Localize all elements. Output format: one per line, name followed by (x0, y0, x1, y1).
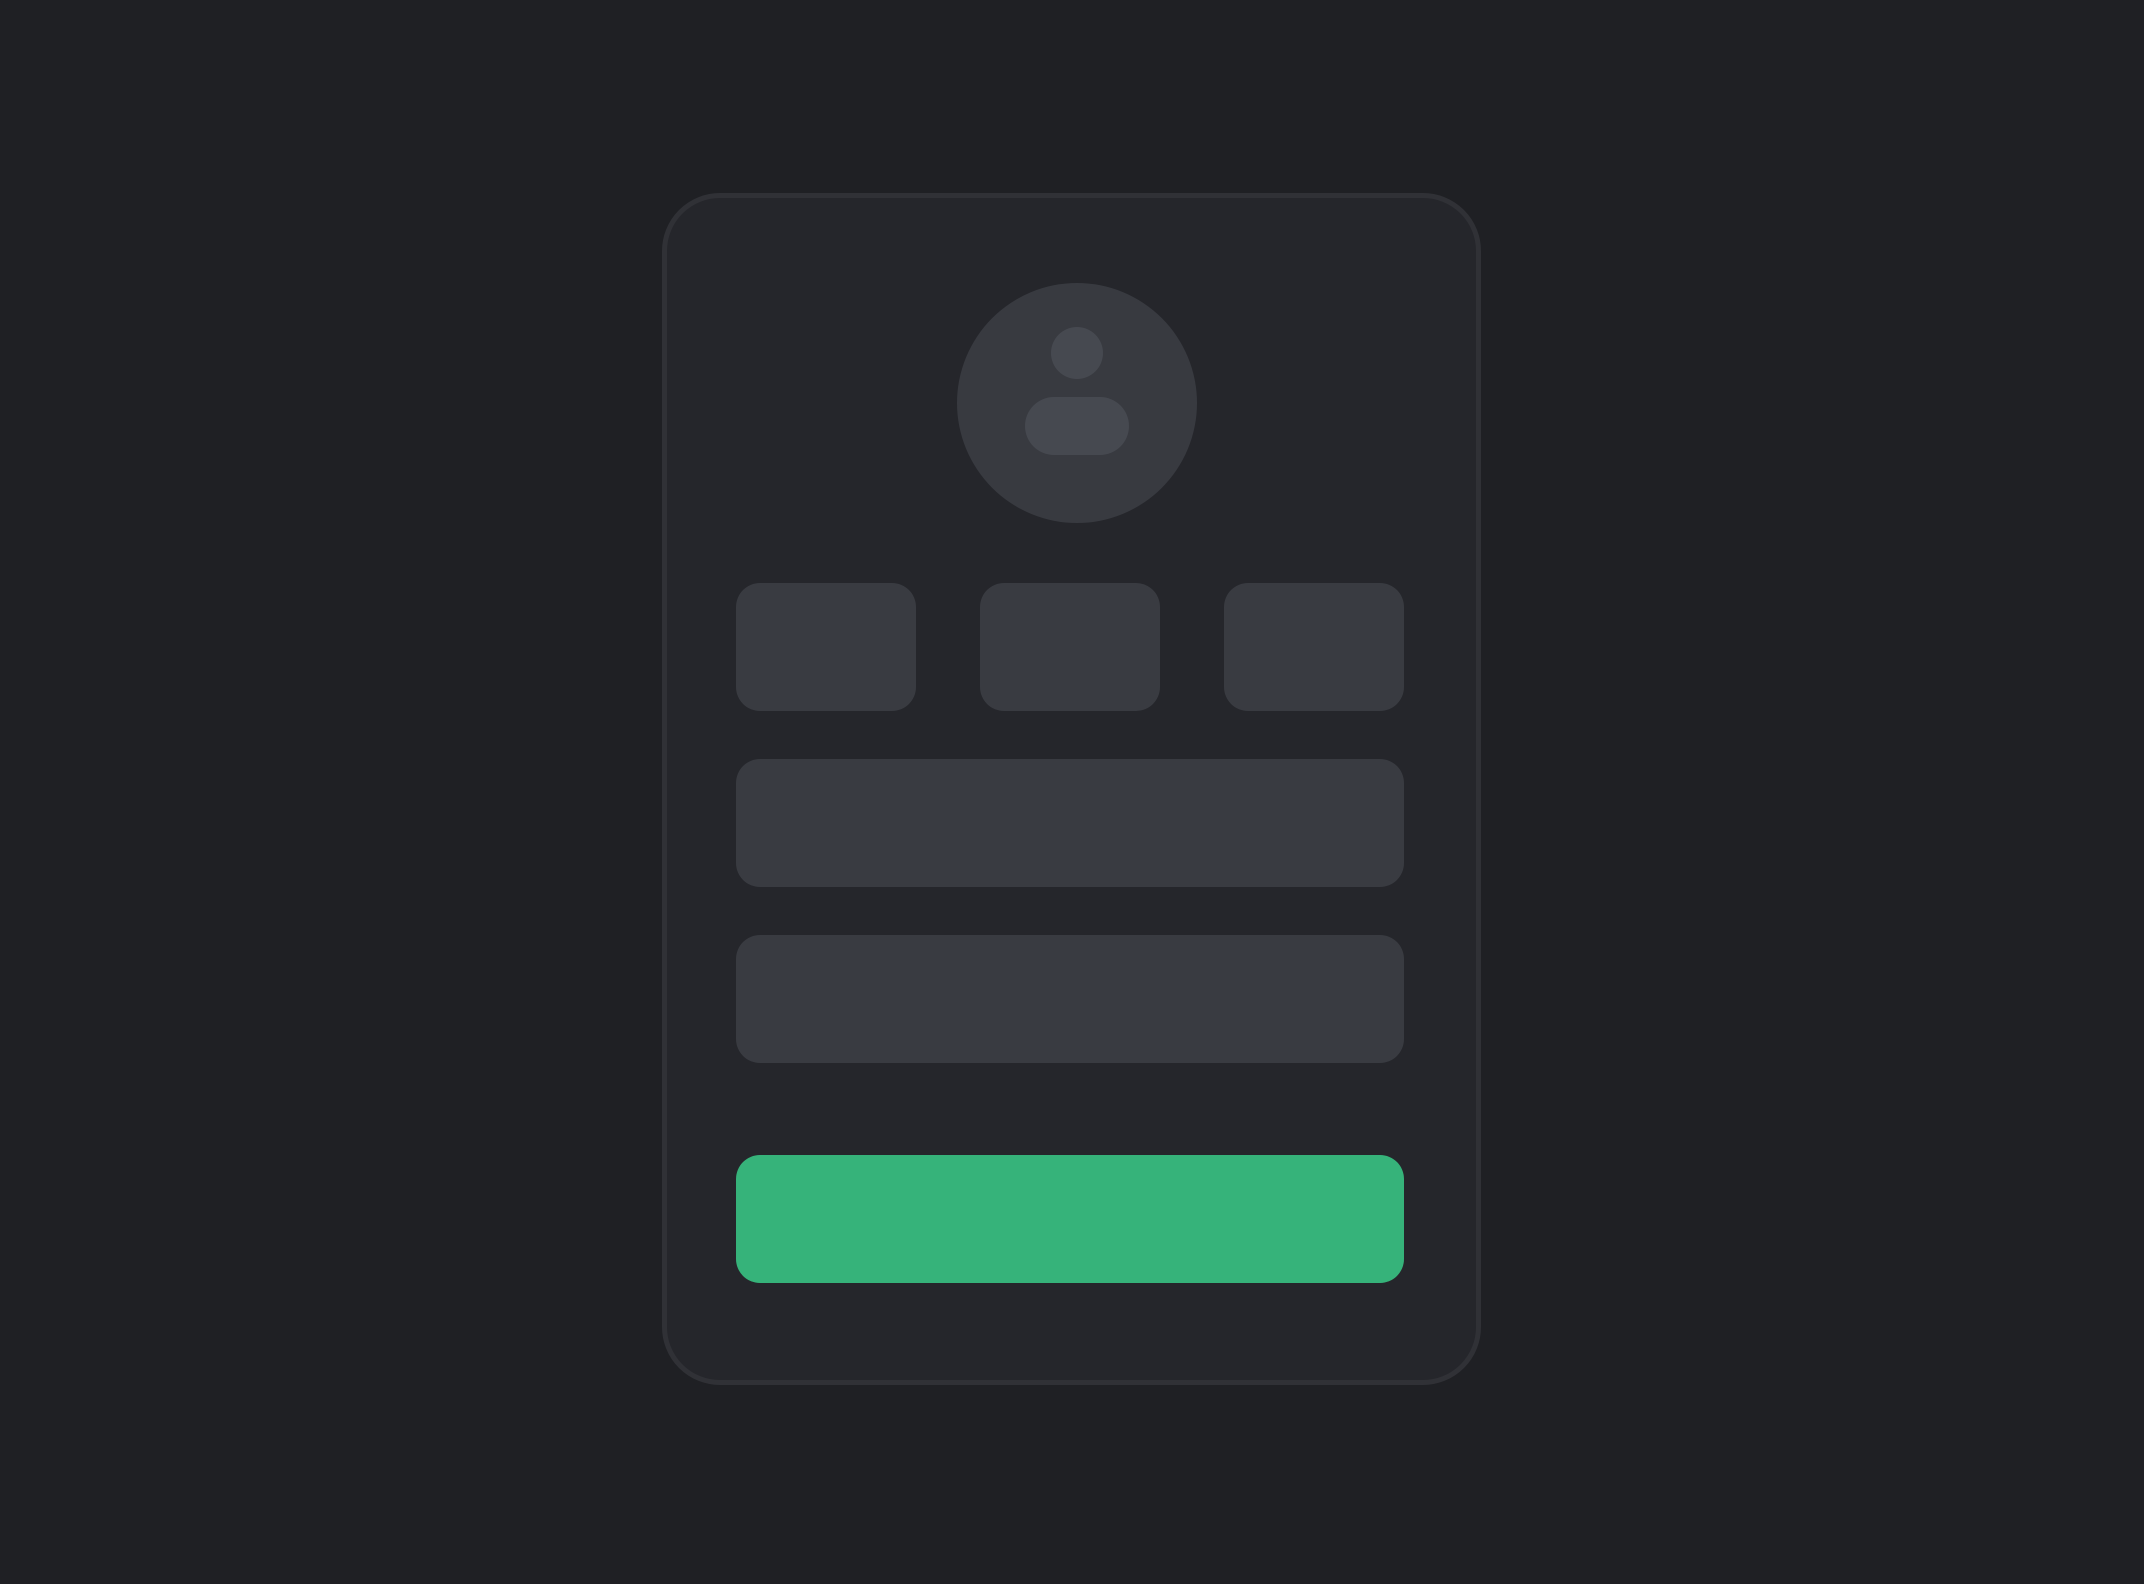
avatar[interactable] (957, 283, 1197, 523)
profile-card (662, 193, 1481, 1385)
user-icon (1025, 327, 1129, 455)
option-tile-1[interactable] (736, 583, 916, 711)
input-field-2[interactable] (736, 935, 1404, 1063)
option-tile-3[interactable] (1224, 583, 1404, 711)
input-field-1[interactable] (736, 759, 1404, 887)
submit-button[interactable] (736, 1155, 1404, 1283)
option-tile-2[interactable] (980, 583, 1160, 711)
page: { "colors": { "background": "#1f2024", "… (0, 0, 2144, 1584)
